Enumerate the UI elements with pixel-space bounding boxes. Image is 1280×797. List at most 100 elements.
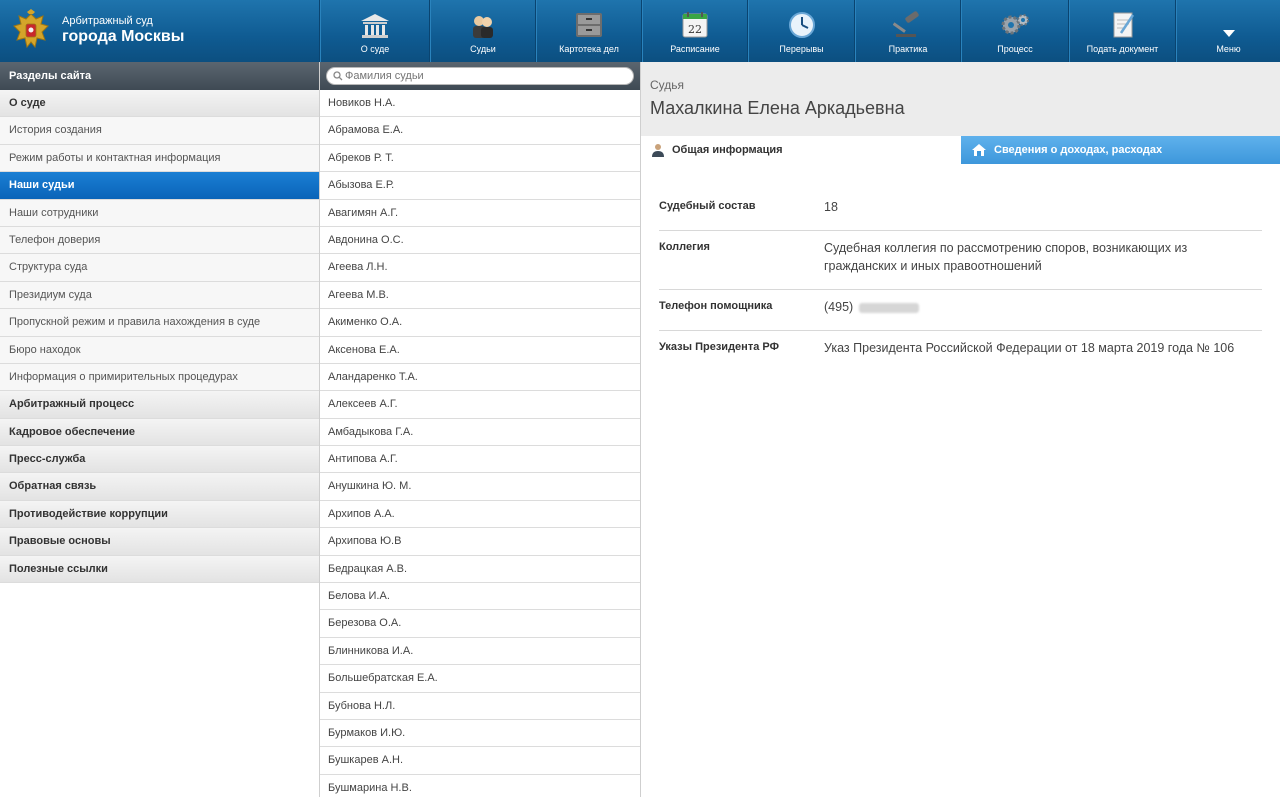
tab-general-info-label: Общая информация bbox=[672, 144, 783, 156]
sidebar-title: Разделы сайта bbox=[0, 62, 319, 90]
sidebar-item[interactable]: Правовые основы bbox=[0, 528, 319, 556]
sidebar-item[interactable]: Полезные ссылки bbox=[0, 555, 319, 584]
judge-list-item[interactable]: Анушкина Ю. М. bbox=[320, 473, 640, 501]
judge-list-item[interactable]: Амбадыкова Г.А. bbox=[320, 419, 640, 447]
judge-list-item[interactable]: Архипов А.А. bbox=[320, 501, 640, 529]
nav-about[interactable]: О суде bbox=[320, 0, 430, 62]
sidebar-item[interactable]: Обратная связь bbox=[0, 473, 319, 501]
judge-list-item[interactable]: Алексеев А.Г. bbox=[320, 391, 640, 419]
judge-list-item[interactable]: Бубнова Н.Л. bbox=[320, 693, 640, 720]
chevron-down-icon bbox=[1222, 30, 1235, 37]
judge-search-input[interactable] bbox=[345, 68, 625, 84]
judge-list-item[interactable]: Бушмарина Н.В. bbox=[320, 775, 640, 797]
judge-list-item[interactable]: Блинникова И.А. bbox=[320, 638, 640, 666]
judge-search-box bbox=[326, 67, 634, 85]
phone-redacted bbox=[858, 302, 919, 313]
judge-list-item[interactable]: Бушкарев А.Н. bbox=[320, 747, 640, 775]
judge-list: Новиков Н.А. Абрамова Е.А. Абреков Р. Т. Аб… bbox=[320, 90, 640, 797]
tab-general-info[interactable]: Общая информация bbox=[641, 136, 961, 164]
judges-panel: Новиков Н.А.Абрамова Е.А.Абреков Р. Т.Аб… bbox=[320, 62, 641, 797]
info-label: Коллегия bbox=[659, 241, 710, 253]
sidebar-item[interactable]: Арбитражный процесс bbox=[0, 391, 319, 419]
detail-tabs: Общая информация Сведения о доходах, рас… bbox=[641, 136, 1280, 164]
sidebar-item[interactable]: Наши сотрудники bbox=[0, 199, 319, 227]
info-value: (495) bbox=[824, 298, 1262, 316]
sidebar-item[interactable]: Пропускной режим и правила нахождения в … bbox=[0, 309, 319, 337]
judge-list-item[interactable]: Бедрацкая А.В. bbox=[320, 556, 640, 584]
sidebar-item[interactable]: Структура суда bbox=[0, 254, 319, 282]
info-row-assistant-phone: Телефон помощника (495) bbox=[659, 290, 1262, 331]
calendar-icon: 22 bbox=[682, 12, 708, 38]
site-sections-sidebar: Разделы сайта О суде История создания Режи… bbox=[0, 62, 320, 797]
nav-case-files[interactable]: Картотека дел bbox=[536, 0, 642, 62]
clock-icon bbox=[788, 12, 815, 38]
judge-list-item[interactable]: Агеева Л.Н. bbox=[320, 254, 640, 282]
nav-judges-label: Судьи bbox=[470, 44, 496, 54]
court-brand[interactable]: Арбитражный суд города Москвы bbox=[0, 0, 320, 62]
sidebar-item[interactable]: Информация о примирительных процедурах bbox=[0, 363, 319, 392]
judge-list-item[interactable]: Архипова Ю.В bbox=[320, 528, 640, 556]
judge-list-item[interactable]: Бурмаков И.Ю. bbox=[320, 720, 640, 748]
nav-about-label: О суде bbox=[360, 44, 390, 54]
nav-submit-document-label: Подать документ bbox=[1086, 44, 1159, 54]
judge-list-item[interactable]: Белова И.А. bbox=[320, 583, 640, 611]
sidebar-item[interactable]: Кадровое обеспечение bbox=[0, 418, 319, 447]
sidebar-item[interactable]: Бюро находок bbox=[0, 336, 319, 364]
info-label: Судебный состав bbox=[659, 200, 756, 212]
judge-list-item[interactable]: Агеева М.В. bbox=[320, 282, 640, 310]
info-label: Указы Президента РФ bbox=[659, 341, 779, 353]
judge-search-bar bbox=[320, 62, 640, 90]
nav-schedule[interactable]: 22 Расписание bbox=[642, 0, 748, 62]
info-value: Указ Президента Российской Федерации от … bbox=[824, 341, 1235, 355]
judge-list-item[interactable]: Новиков Н.А. bbox=[320, 90, 640, 118]
judge-list-item[interactable]: Авагимян А.Г. bbox=[320, 200, 640, 227]
sidebar-item[interactable]: Президиум суда bbox=[0, 281, 319, 310]
nav-schedule-label: Расписание bbox=[670, 44, 720, 54]
nav-submit-document[interactable]: Подать документ bbox=[1069, 0, 1176, 62]
judge-list-item[interactable]: Антипова А.Г. bbox=[320, 446, 640, 474]
tab-income-expenses-label: Сведения о доходах, расходах bbox=[994, 144, 1163, 156]
info-row-decrees: Указы Президента РФ Указ Президента Росс… bbox=[659, 331, 1262, 371]
phone-area-code: (495) bbox=[824, 300, 854, 314]
nav-judges[interactable]: Судьи bbox=[430, 0, 536, 62]
sidebar-list: О суде История создания Режим работы и кон… bbox=[0, 90, 319, 584]
judge-detail: Судья Махалкина Елена Аркадьевна Общая и… bbox=[641, 62, 1280, 797]
judge-kind: Судья bbox=[650, 78, 685, 92]
judge-list-item[interactable]: Березова О.А. bbox=[320, 610, 640, 638]
court-title: города Москвы bbox=[62, 28, 185, 46]
info-row-collegium: Коллегия Судебная коллегия по рассмотрен… bbox=[659, 231, 1262, 290]
court-subtitle: Арбитражный суд bbox=[62, 15, 153, 28]
judge-list-item[interactable]: Аксенова Е.А. bbox=[320, 337, 640, 364]
nav-menu-label: Меню bbox=[1216, 44, 1241, 54]
coat-of-arms-icon bbox=[13, 9, 49, 49]
judge-info-table: Судебный состав 18 Коллегия Судебная кол… bbox=[641, 164, 1280, 371]
sidebar-item[interactable]: Режим работы и контактная информация bbox=[0, 144, 319, 173]
judge-list-item[interactable]: Большебратская Е.А. bbox=[320, 665, 640, 693]
sidebar-item[interactable]: Пресс-служба bbox=[0, 446, 319, 474]
sidebar-item[interactable]: История создания bbox=[0, 117, 319, 145]
document-pen-icon bbox=[1113, 12, 1134, 38]
nav-process-label: Процесс bbox=[997, 44, 1033, 54]
sidebar-item[interactable]: О суде bbox=[0, 90, 319, 118]
sidebar-item[interactable]: Наши судьи bbox=[0, 172, 319, 200]
nav-menu[interactable]: Меню bbox=[1176, 0, 1280, 62]
nav-breaks[interactable]: Перерывы bbox=[748, 0, 855, 62]
info-row-composition: Судебный состав 18 bbox=[659, 190, 1262, 231]
sidebar-item[interactable]: Противодействие коррупции bbox=[0, 500, 319, 529]
judge-list-item[interactable]: Абрамова Е.А. bbox=[320, 117, 640, 145]
judge-list-item[interactable]: Абреков Р. Т. bbox=[320, 145, 640, 173]
gavel-icon bbox=[893, 11, 919, 37]
nav-process[interactable]: Процесс bbox=[961, 0, 1069, 62]
info-value: Судебная коллегия по рассмотрению споров… bbox=[824, 241, 1188, 273]
judge-list-item[interactable]: Авдонина О.С. bbox=[320, 227, 640, 255]
site-header: Арбитражный суд города Москвы О суде Суд… bbox=[0, 0, 1280, 62]
gears-icon bbox=[1001, 14, 1029, 35]
tab-income-expenses[interactable]: Сведения о доходах, расходах bbox=[961, 136, 1280, 164]
nav-breaks-label: Перерывы bbox=[779, 44, 824, 54]
judge-list-item[interactable]: Абызова Е.Р. bbox=[320, 172, 640, 200]
nav-practice[interactable]: Практика bbox=[855, 0, 961, 62]
judge-list-item[interactable]: Аландаренко Т.А. bbox=[320, 364, 640, 392]
nav-practice-label: Практика bbox=[888, 44, 928, 54]
sidebar-item[interactable]: Телефон доверия bbox=[0, 226, 319, 255]
judge-list-item[interactable]: Акименко О.А. bbox=[320, 309, 640, 337]
